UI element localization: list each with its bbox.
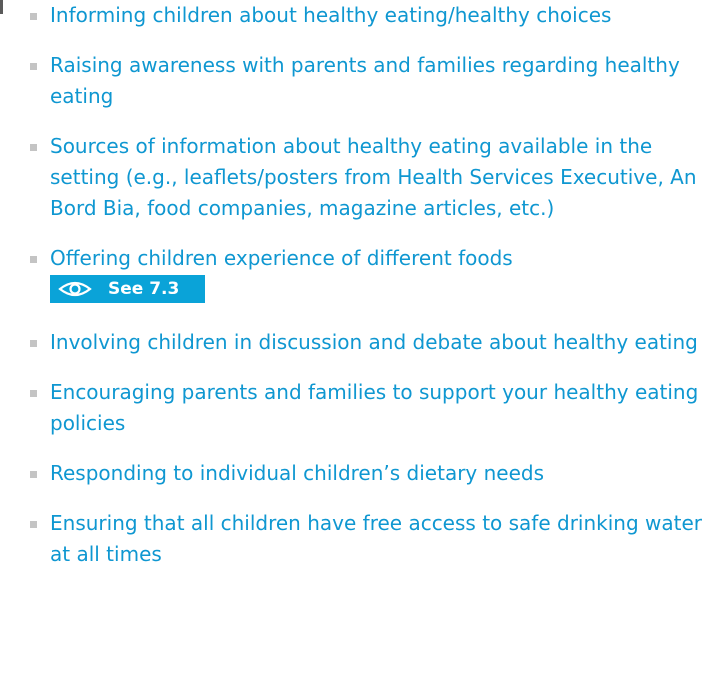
square-bullet-icon bbox=[30, 144, 37, 151]
list-item: Ensuring that all children have free acc… bbox=[30, 508, 720, 570]
list-item: Sources of information about healthy eat… bbox=[30, 131, 720, 224]
square-bullet-icon bbox=[30, 471, 37, 478]
list-item-text: Informing children about healthy eating/… bbox=[50, 3, 612, 27]
see-reference-link[interactable]: See 7.3 bbox=[50, 275, 206, 303]
list-item: Offering children experience of differen… bbox=[30, 243, 720, 308]
square-bullet-icon bbox=[30, 256, 37, 263]
list-item-text: Ensuring that all children have free acc… bbox=[50, 511, 703, 566]
square-bullet-icon bbox=[30, 340, 37, 347]
see-reference-label: See 7.3 bbox=[108, 279, 180, 299]
list-item-text: Offering children experience of differen… bbox=[50, 246, 513, 270]
healthy-eating-checklist: Informing children about healthy eating/… bbox=[30, 0, 720, 589]
list-item: Raising awareness with parents and famil… bbox=[30, 50, 720, 112]
eye-icon bbox=[58, 279, 92, 299]
list-item: Informing children about healthy eating/… bbox=[30, 0, 720, 31]
list-item-text: Raising awareness with parents and famil… bbox=[50, 53, 680, 108]
list-item: Involving children in discussion and deb… bbox=[30, 327, 720, 358]
square-bullet-icon bbox=[30, 390, 37, 397]
list-item: Encouraging parents and families to supp… bbox=[30, 377, 720, 439]
list-item: Responding to individual children’s diet… bbox=[30, 458, 720, 489]
corner-mark bbox=[0, 0, 3, 14]
list-item-text: Encouraging parents and families to supp… bbox=[50, 380, 699, 435]
list-item-text: Responding to individual children’s diet… bbox=[50, 461, 545, 485]
square-bullet-icon bbox=[30, 63, 37, 70]
list-item-text: Involving children in discussion and deb… bbox=[50, 330, 698, 354]
list-item-text: Sources of information about healthy eat… bbox=[50, 134, 697, 220]
square-bullet-icon bbox=[30, 13, 37, 20]
square-bullet-icon bbox=[30, 521, 37, 528]
